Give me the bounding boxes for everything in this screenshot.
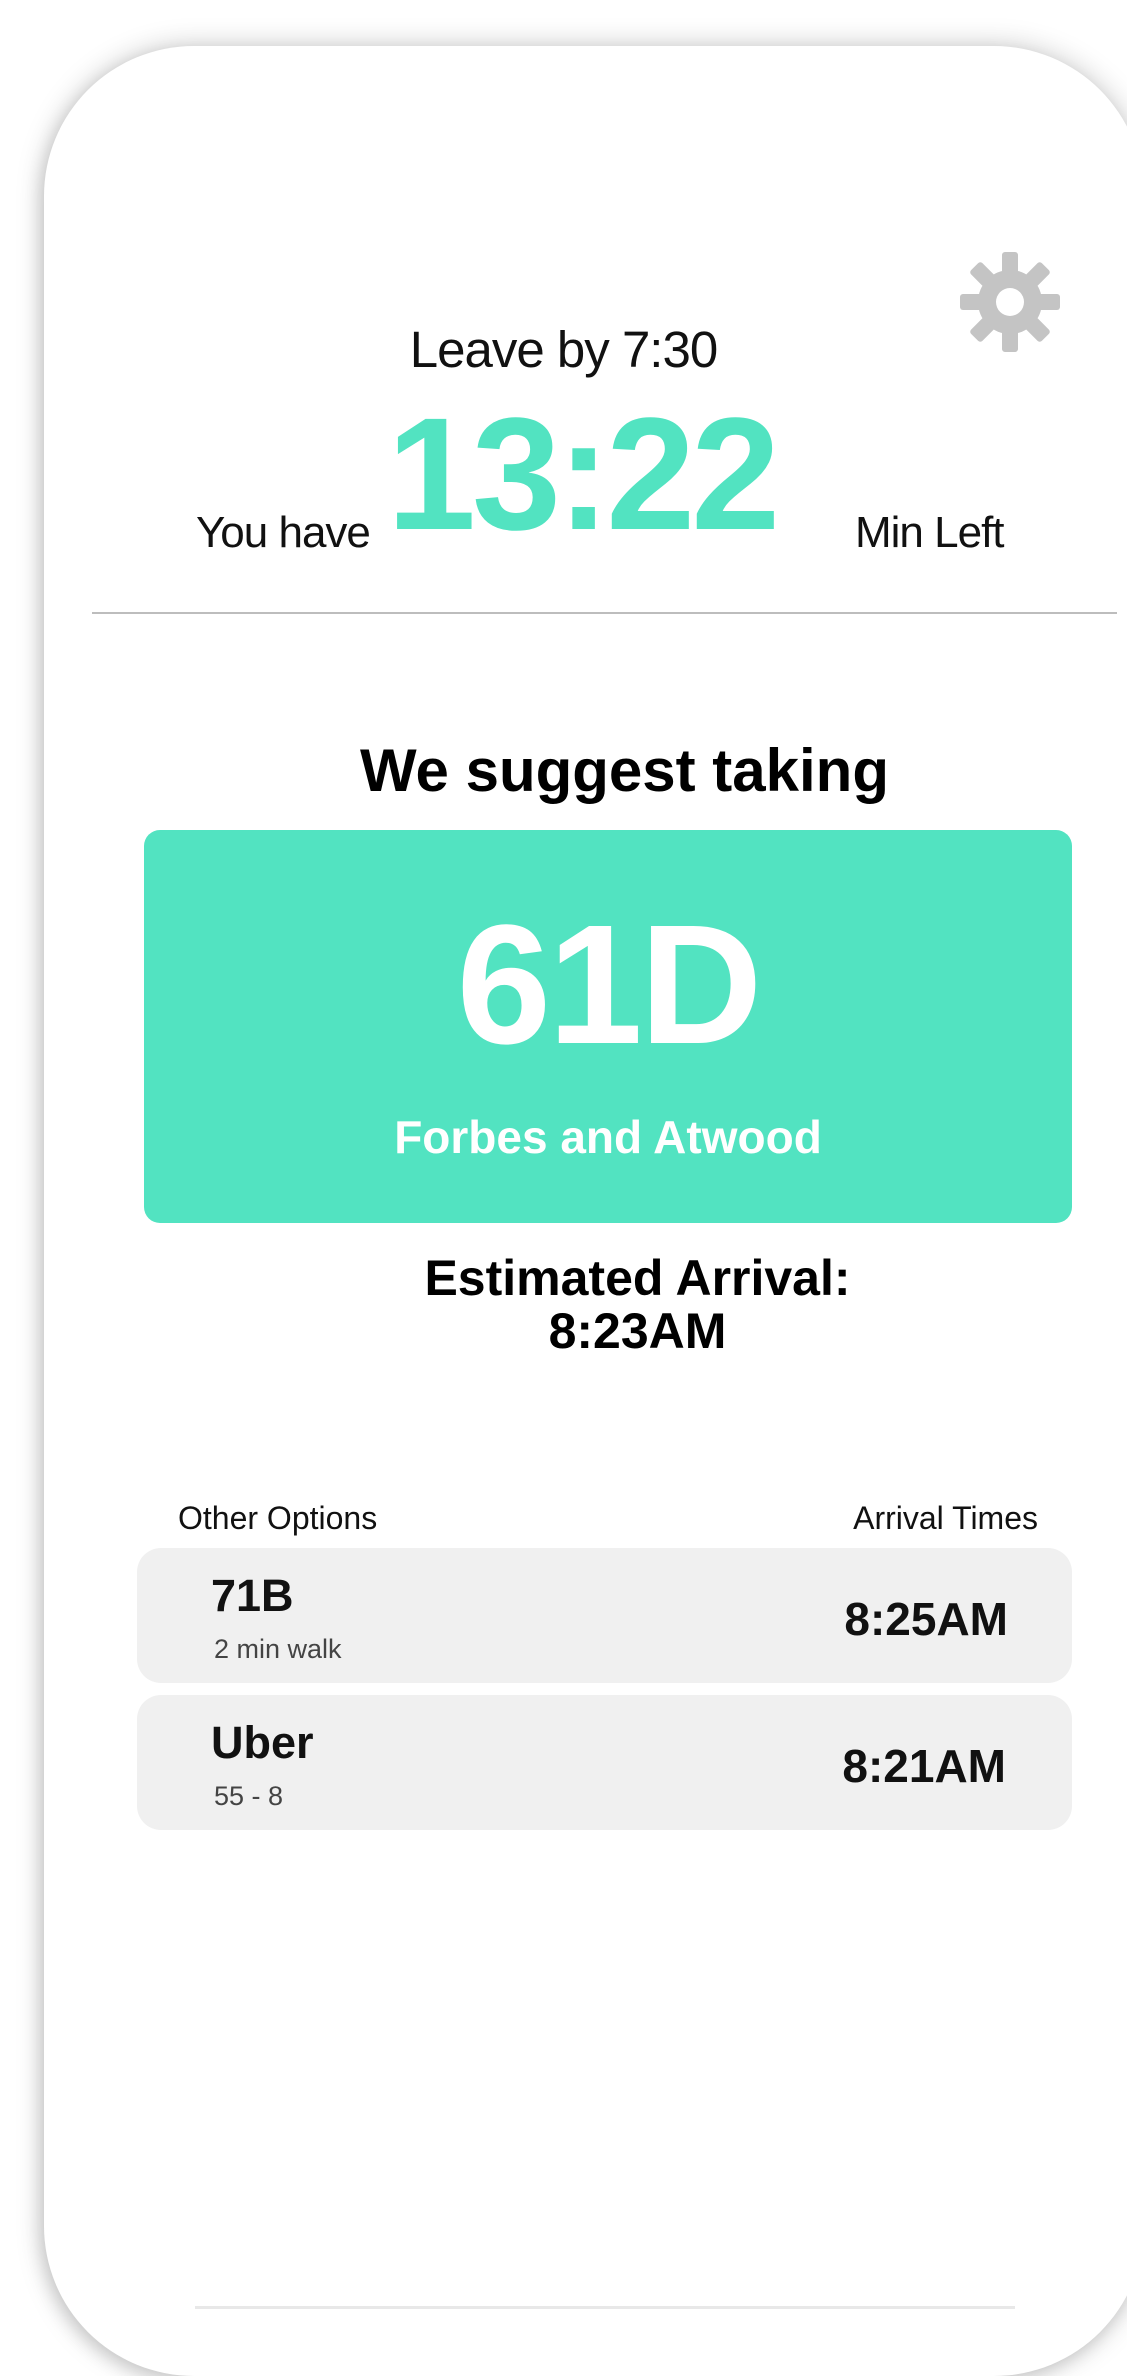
other-options-label: Other Options	[178, 1500, 378, 1536]
option-item-71b[interactable]: 71B 2 min walk 8:25AM	[137, 1548, 1072, 1683]
suggested-route-stop: Forbes and Atwood	[394, 1111, 822, 1163]
min-left-label: Min Left	[855, 508, 1005, 557]
option-arrival-time: 8:25AM	[844, 1593, 1008, 1645]
home-indicator	[195, 2306, 1015, 2309]
option-item-uber[interactable]: Uber 55 - 8 8:21AM	[137, 1695, 1072, 1830]
option-detail: 2 min walk	[214, 1634, 342, 1664]
option-detail: 55 - 8	[214, 1781, 284, 1811]
option-name: 71B	[211, 1570, 294, 1621]
suggested-route-number: 61D	[456, 890, 763, 1080]
suggestion-heading: We suggest taking	[360, 737, 889, 804]
header-divider	[92, 612, 1117, 614]
option-name: Uber	[211, 1717, 314, 1768]
countdown-row: You have 13:22 Min Left	[0, 394, 1127, 560]
suggested-route-card[interactable]: 61D Forbes and Atwood	[144, 830, 1072, 1223]
estimated-arrival-time: 8:23AM	[548, 1302, 727, 1359]
estimated-arrival: Estimated Arrival: 8:23AM	[0, 1252, 1127, 1357]
options-header: Other Options Arrival Times	[178, 1500, 1038, 1537]
leave-by-label: Leave by 7:30	[409, 321, 718, 378]
estimated-arrival-label: Estimated Arrival:	[424, 1250, 851, 1306]
arrival-times-label: Arrival Times	[853, 1500, 1038, 1536]
countdown-timer: 13:22	[387, 384, 780, 563]
you-have-label: You have	[196, 508, 371, 557]
option-arrival-time: 8:21AM	[842, 1740, 1006, 1792]
